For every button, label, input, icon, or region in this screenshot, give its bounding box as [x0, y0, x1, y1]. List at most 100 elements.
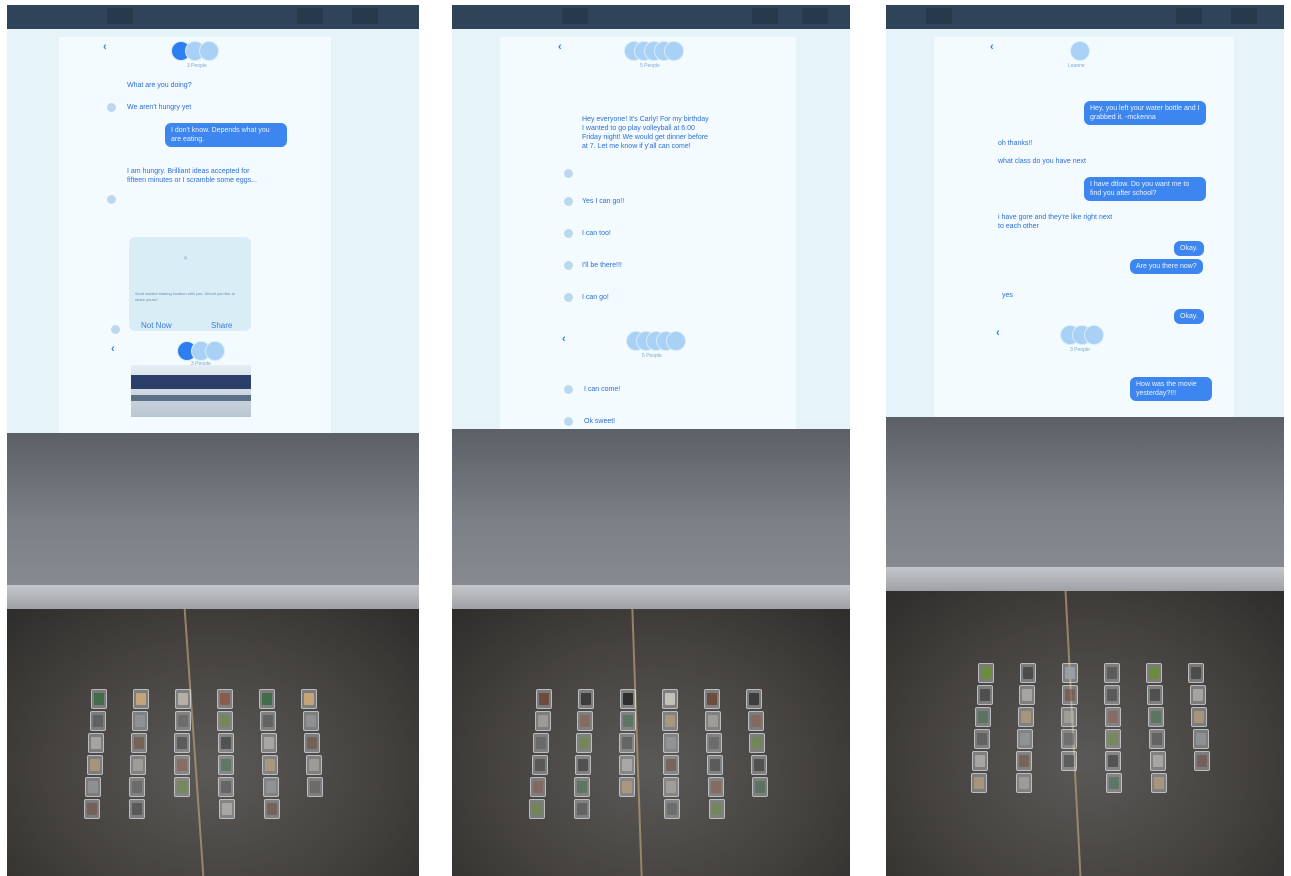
- box-content: [711, 803, 722, 815]
- box-content: [308, 759, 319, 771]
- box-content: [666, 781, 677, 793]
- box-content: [177, 737, 188, 749]
- display-box: [978, 663, 994, 683]
- box-content: [264, 759, 275, 771]
- display-box: [174, 733, 191, 753]
- display-box: [218, 777, 235, 797]
- display-box: [304, 733, 320, 753]
- display-box: [131, 733, 148, 753]
- display-box: [1150, 773, 1167, 793]
- display-box: [217, 733, 234, 753]
- box-content: [1108, 755, 1119, 767]
- share-button: Share: [211, 321, 233, 330]
- display-box: [1104, 707, 1121, 727]
- box-content: [134, 737, 145, 749]
- baseboard: [452, 585, 850, 609]
- message-out: Okay.: [1174, 309, 1204, 324]
- display-box: [1105, 773, 1122, 793]
- display-box: [86, 755, 103, 775]
- box-content: [1149, 689, 1160, 701]
- ceiling-fixture: [352, 8, 378, 24]
- ceiling-fixture: [1231, 8, 1257, 24]
- box-content: [979, 689, 990, 701]
- display-box: [1060, 751, 1077, 771]
- box-content: [707, 693, 717, 705]
- display-box: [970, 773, 987, 793]
- box-content: [537, 715, 548, 727]
- display-box: [662, 689, 678, 709]
- display-box: [662, 733, 679, 753]
- message-in: Hey everyone! It's Carly! For my birthda…: [582, 116, 709, 150]
- display-box: [663, 777, 680, 797]
- sender-avatar: [564, 385, 573, 394]
- box-content: [262, 715, 273, 727]
- display-box: [620, 689, 636, 709]
- message-in: Ok sweet!: [584, 418, 616, 425]
- box-content: [665, 759, 676, 771]
- display-box: [129, 777, 146, 797]
- display-box: [1016, 751, 1033, 771]
- display-box: [975, 707, 991, 727]
- people-count: 3 People: [187, 63, 207, 69]
- display-box: [747, 711, 764, 731]
- box-content: [623, 693, 633, 705]
- display-box: [706, 755, 723, 775]
- photo-panel-1: ‹ 3 People What are you doing? We aren't…: [7, 5, 419, 876]
- projected-photo: [131, 365, 251, 417]
- display-box: [708, 799, 725, 819]
- box-content: [1064, 733, 1075, 745]
- box-content: [622, 715, 633, 727]
- box-content: [92, 715, 103, 727]
- box-content: [1020, 733, 1031, 745]
- message-out: I don't know. Depends what you are eatin…: [165, 123, 287, 147]
- avatar: [666, 331, 686, 351]
- projection-screen: ‹ Leanne Hey, you left your water bottle…: [886, 29, 1284, 417]
- avatar: [199, 41, 219, 61]
- display-box: [173, 777, 190, 797]
- box-content: [710, 781, 721, 793]
- box-content: [1107, 711, 1118, 723]
- sender-avatar: [564, 169, 573, 178]
- box-content: [749, 693, 759, 705]
- box-content: [1019, 755, 1030, 767]
- box-content: [578, 759, 589, 771]
- box-content: [753, 759, 764, 771]
- box-content: [1065, 667, 1075, 679]
- box-content: [178, 693, 188, 705]
- message-in: I can come!: [584, 386, 621, 393]
- box-content: [665, 737, 676, 749]
- people-count: 3 People: [1070, 347, 1090, 353]
- sender-avatar: [564, 417, 573, 426]
- box-content: [533, 781, 543, 793]
- box-content: [1151, 733, 1162, 745]
- display-box: [663, 799, 680, 819]
- display-box: [260, 733, 277, 753]
- display-box: [1146, 685, 1163, 705]
- display-box: [575, 755, 592, 775]
- baseboard: [7, 585, 419, 609]
- box-content: [1197, 755, 1207, 767]
- box-content: [981, 667, 991, 679]
- display-box: [1146, 663, 1162, 683]
- group-avatars: [171, 41, 221, 61]
- display-box: [218, 799, 235, 819]
- message-in: What are you doing?: [127, 82, 192, 89]
- box-content: [709, 759, 720, 771]
- box-content: [88, 781, 98, 793]
- display-box: [89, 711, 106, 731]
- message-out: I have dtlow. Do you want me to find you…: [1084, 177, 1206, 201]
- display-box: [1104, 663, 1120, 683]
- box-content: [133, 759, 144, 771]
- message-in: Yes I can go!!: [582, 198, 625, 205]
- display-box: [1019, 685, 1036, 705]
- projected-chat: ‹ 5 People Hey everyone! It's Carly! For…: [500, 37, 796, 429]
- contact-name: Leanne: [1068, 63, 1085, 69]
- message-in: I am hungry. Brilliant ideas accepted fo…: [127, 168, 257, 184]
- display-box: [1061, 707, 1078, 727]
- box-content: [220, 715, 231, 727]
- box-content: [665, 715, 676, 727]
- display-box: [88, 733, 104, 753]
- message-out: How was the movie yesterday?!!!: [1130, 377, 1212, 401]
- box-content: [304, 693, 314, 705]
- box-content: [136, 693, 146, 705]
